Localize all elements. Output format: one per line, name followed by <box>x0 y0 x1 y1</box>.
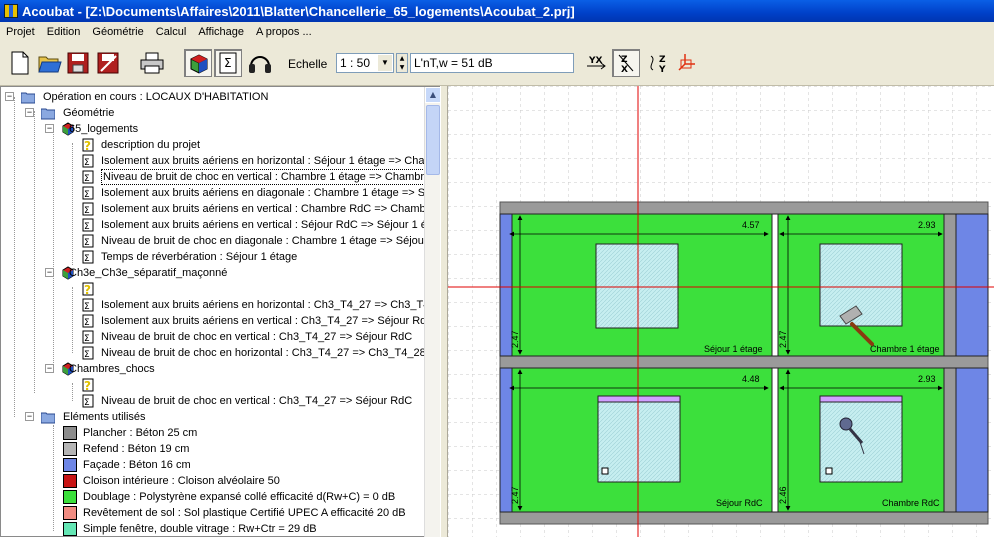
scale-value: 1 : 50 <box>340 56 371 70</box>
swap-xy-icon[interactable]: YX <box>582 49 610 77</box>
svg-text:Σ: Σ <box>84 254 90 264</box>
color-swatch <box>63 506 77 520</box>
folder-icon <box>41 108 55 120</box>
question-icon: ? <box>82 138 94 152</box>
sigma-icon: Σ <box>82 170 94 184</box>
svg-text:?: ? <box>84 283 91 296</box>
scale-select[interactable]: 1 : 50 ▼ <box>336 53 394 73</box>
sigma-icon: Σ <box>82 154 94 168</box>
scroll-up-icon[interactable]: ▲ <box>425 87 441 103</box>
sigma-icon: Σ <box>82 218 94 232</box>
cube-view-icon[interactable] <box>184 49 212 77</box>
new-file-icon[interactable] <box>6 49 34 77</box>
folder-icon <box>21 92 35 104</box>
sigma-icon: Σ <box>82 298 94 312</box>
dim-width-sejour-rdc: 4.48 <box>742 374 760 384</box>
floor-plan[interactable]: 4.57 2.93 4.48 2.93 2.47 2.47 2.47 2.46 … <box>448 86 994 537</box>
color-swatch <box>63 522 77 536</box>
svg-text:Σ: Σ <box>84 350 90 360</box>
menu-bar: Projet Edition Géométrie Calcul Affichag… <box>0 22 994 41</box>
svg-text:Σ: Σ <box>84 206 90 216</box>
dim-width-chambre-1: 2.93 <box>918 220 936 230</box>
question-icon: ? <box>82 378 94 392</box>
svg-text:Σ: Σ <box>84 238 90 248</box>
chevron-down-icon[interactable]: ▼ <box>378 55 392 71</box>
room-label-sejour-rdc[interactable]: Séjour RdC <box>716 498 763 508</box>
save-icon[interactable] <box>64 49 92 77</box>
svg-text:Σ: Σ <box>224 56 232 70</box>
drawing-canvas[interactable]: 4.57 2.93 4.48 2.93 2.47 2.47 2.47 2.46 … <box>448 86 994 537</box>
rotate-yz-icon[interactable]: ZY <box>644 49 672 77</box>
color-swatch <box>63 490 77 504</box>
menu-affichage[interactable]: Affichage <box>192 26 250 38</box>
color-swatch <box>63 458 77 472</box>
axes-3d-icon[interactable] <box>672 49 700 77</box>
svg-text:Σ: Σ <box>84 190 90 200</box>
color-swatch <box>63 442 77 456</box>
color-swatch <box>63 426 77 440</box>
panel-splitter[interactable] <box>440 86 448 537</box>
svg-text:Y: Y <box>658 65 666 74</box>
sigma-icon: Σ <box>82 330 94 344</box>
scroll-thumb[interactable] <box>426 105 440 175</box>
dim-height-sejour-rdc: 2.47 <box>510 486 520 504</box>
room-label-chambre-rdc[interactable]: Chambre RdC <box>882 498 940 508</box>
room-label-sejour-1[interactable]: Séjour 1 étage <box>704 344 763 354</box>
svg-text:Σ: Σ <box>84 302 90 312</box>
svg-text:?: ? <box>84 379 91 392</box>
folder-icon <box>41 412 55 424</box>
sigma-icon: Σ <box>82 250 94 264</box>
title-bar: Acoubat - [Z:\Documents\Affaires\2011\Bl… <box>0 0 994 22</box>
dim-width-chambre-rdc: 2.93 <box>918 374 936 384</box>
menu-calcul[interactable]: Calcul <box>150 26 193 38</box>
svg-text:YX: YX <box>588 56 603 66</box>
delete-icon[interactable] <box>94 49 122 77</box>
sigma-icon: Σ <box>82 314 94 328</box>
open-folder-icon[interactable] <box>36 49 64 77</box>
svg-text:Σ: Σ <box>84 222 90 232</box>
mirror-z-icon[interactable]: ZX <box>612 49 640 77</box>
svg-text:Σ: Σ <box>84 174 90 184</box>
sigma-icon: Σ <box>82 202 94 216</box>
sigma-icon: Σ <box>82 234 94 248</box>
svg-text:X: X <box>621 65 628 74</box>
color-swatch <box>63 474 77 488</box>
menu-geometrie[interactable]: Géométrie <box>86 26 149 38</box>
menu-edition[interactable]: Edition <box>41 26 87 38</box>
svg-text:Σ: Σ <box>84 334 90 344</box>
room-label-chambre-1[interactable]: Chambre 1 étage <box>870 344 940 354</box>
dim-height-chambre-1: 2.47 <box>778 330 788 348</box>
print-icon[interactable] <box>138 49 166 77</box>
dim-width-sejour-1: 4.57 <box>742 220 760 230</box>
sigma-icon: Σ <box>82 394 94 408</box>
tree-scrollbar[interactable]: ▲ <box>424 87 441 537</box>
scale-label: Echelle <box>288 57 328 71</box>
sigma-icon: Σ <box>82 346 94 360</box>
headphones-icon[interactable] <box>246 49 274 77</box>
sigma-list-icon[interactable]: Σ <box>214 49 242 77</box>
app-icon <box>4 4 18 18</box>
window-title: Acoubat - [Z:\Documents\Affaires\2011\Bl… <box>22 3 575 19</box>
dim-height-chambre-rdc: 2.46 <box>778 486 788 504</box>
svg-text:Σ: Σ <box>84 398 90 408</box>
metric-field[interactable]: L'nT,w = 51 dB <box>410 53 574 73</box>
sigma-icon: Σ <box>82 186 94 200</box>
project-tree: − Opération en cours : LOCAUX D'HABITATI… <box>0 86 440 537</box>
dim-height-sejour-1: 2.47 <box>510 330 520 348</box>
menu-a-propos[interactable]: A propos ... <box>250 26 318 38</box>
svg-text:Σ: Σ <box>84 318 90 328</box>
question-icon: ? <box>82 282 94 296</box>
scale-spinner[interactable]: ▲ ▼ <box>396 53 408 73</box>
svg-text:Σ: Σ <box>84 158 90 168</box>
menu-projet[interactable]: Projet <box>0 26 41 38</box>
svg-text:?: ? <box>84 139 91 152</box>
svg-text:Z: Z <box>659 55 666 65</box>
